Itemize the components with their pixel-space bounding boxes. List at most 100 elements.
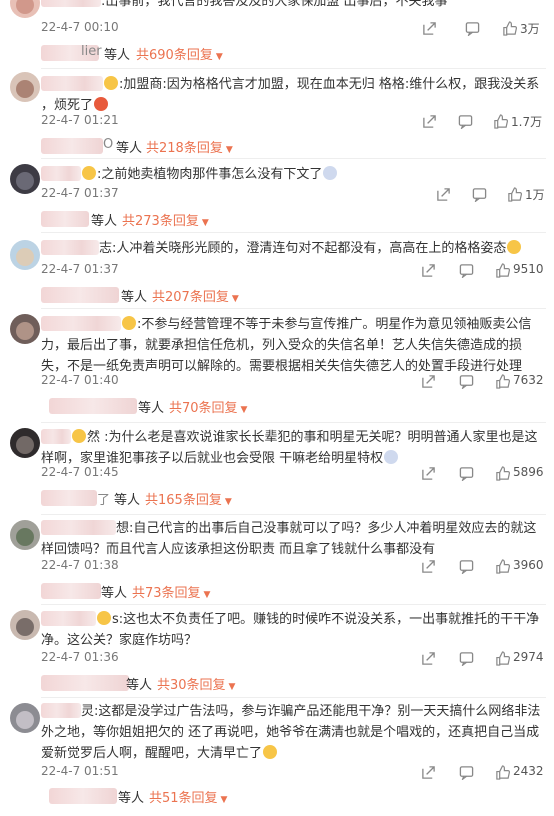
reply-summary[interactable]: 了 等人 共165条回复 ▼ — [41, 488, 341, 508]
comment-time: 22-4-7 01:45 — [41, 465, 119, 479]
reply-name: 了 — [97, 493, 111, 508]
reply-more-link[interactable]: 共165条回复 ▼ — [145, 489, 232, 508]
reply-who: 等人 — [104, 48, 131, 63]
reply-summary[interactable]: O 等人 共218条回复 ▼ — [41, 136, 341, 156]
like-count: 3960 — [513, 558, 544, 572]
reply-who: 等人 — [116, 141, 143, 156]
reply-summary[interactable]: 等人 共273条回复 ▼ — [41, 209, 341, 229]
share-icon[interactable] — [421, 651, 436, 666]
reply-who: 等人 — [114, 493, 141, 508]
avatar[interactable] — [10, 72, 40, 102]
reply-who: 等人 — [126, 678, 153, 693]
share-icon[interactable] — [421, 559, 436, 574]
reply-more-link[interactable]: 共70条回复 ▼ — [169, 397, 247, 416]
comment-time: 22-4-7 00:10 — [41, 20, 119, 34]
comment-text: 然 :为什么老是喜欢说谁家长长辈犯的事和明星无关呢？明明普通人家里也是这样啊，家… — [41, 429, 538, 466]
like-icon[interactable] — [502, 21, 517, 36]
comment-text: :加盟商:因为格格代言才加盟，现在血本无归 格格:维什么权，跟我没关系 ，烦死了 — [41, 76, 540, 113]
reply-more-link[interactable]: 共30条回复 ▼ — [157, 674, 235, 693]
reply-name: O — [103, 137, 114, 152]
reply-name: lier — [81, 44, 102, 59]
comment-icon[interactable] — [459, 374, 474, 389]
share-icon[interactable] — [421, 466, 436, 481]
reply-summary[interactable]: 等人 共51条回复 ▼ — [41, 786, 341, 806]
cry-emoji-icon — [507, 240, 522, 254]
like-icon[interactable] — [493, 114, 508, 129]
reply-who: 等人 — [138, 401, 165, 416]
share-icon[interactable] — [436, 187, 451, 202]
smile-emoji-icon — [97, 611, 111, 625]
avatar[interactable] — [10, 0, 40, 18]
reply-summary[interactable]: 等人 共30条回复 ▼ — [41, 673, 341, 693]
avatar[interactable] — [10, 240, 40, 270]
comment-text: :出事前，我代言的我答及及的大家保加盟 出事后，不关我事 — [41, 0, 547, 12]
comment-text: :之前她卖植物肉那件事怎么没有下文了 — [41, 164, 547, 185]
reply-more-link[interactable]: 共690条回复 ▼ — [136, 44, 223, 63]
comment-icon[interactable] — [459, 263, 474, 278]
comment-icon[interactable] — [458, 114, 473, 129]
like-icon[interactable] — [495, 263, 510, 278]
smile-emoji-icon — [72, 429, 86, 443]
comment-icon[interactable] — [459, 651, 474, 666]
avatar[interactable] — [10, 164, 40, 194]
reply-summary[interactable]: lier 等人 共690条回复 ▼ — [41, 43, 341, 63]
like-icon[interactable] — [495, 559, 510, 574]
reply-who: 等人 — [118, 791, 145, 806]
reply-summary[interactable]: 等人 共73条回复 ▼ — [41, 581, 341, 601]
comment-time: 22-4-7 01:51 — [41, 764, 119, 778]
comment-text: s:这也太不负责任了吧。赚钱的时候咋不说没关系，一出事就推托的干干净净。这公关？… — [41, 611, 540, 648]
reply-more-link[interactable]: 共273条回复 ▼ — [122, 210, 209, 229]
like-count: 5896 — [513, 465, 544, 479]
share-icon[interactable] — [422, 21, 437, 36]
avatar[interactable] — [10, 314, 40, 344]
comment-icon[interactable] — [459, 466, 474, 481]
avatar[interactable] — [10, 520, 40, 550]
like-count: 1.7万 — [511, 115, 543, 129]
comment-time: 22-4-7 01:21 — [41, 113, 119, 127]
like-count: 2974 — [513, 650, 544, 664]
like-count: 1万 — [525, 188, 545, 202]
like-icon[interactable] — [495, 651, 510, 666]
like-count: 7632 — [513, 373, 544, 387]
smile-emoji-icon — [104, 76, 118, 90]
comment-time: 22-4-7 01:36 — [41, 650, 119, 664]
comment-text: 想:自己代言的出事后自己没事就可以了吗？多少人冲着明星效应去的就这样回馈吗？而且… — [41, 520, 537, 557]
reply-who: 等人 — [121, 290, 148, 305]
avatar[interactable] — [10, 610, 40, 640]
reply-who: 等人 — [101, 586, 128, 601]
share-icon[interactable] — [421, 765, 436, 780]
share-icon[interactable] — [421, 374, 436, 389]
like-icon[interactable] — [495, 466, 510, 481]
comment-icon[interactable] — [472, 187, 487, 202]
comment-text: :不参与经营管理不等于未参与宣传推广。明星作为意见领袖贩卖公信力，最后出了事，就… — [41, 316, 532, 374]
smile-emoji-icon — [82, 166, 96, 180]
like-icon[interactable] — [495, 765, 510, 780]
avatar[interactable] — [10, 703, 40, 733]
smile-emoji-icon — [122, 316, 136, 330]
share-icon[interactable] — [422, 114, 437, 129]
comment-icon[interactable] — [465, 21, 480, 36]
reply-more-link[interactable]: 共51条回复 ▼ — [149, 787, 227, 806]
sweat-emoji-icon — [384, 450, 399, 464]
like-icon[interactable] — [495, 374, 510, 389]
reply-more-link[interactable]: 共218条回复 ▼ — [146, 137, 233, 156]
comment-time: 22-4-7 01:37 — [41, 186, 119, 200]
reply-more-link[interactable]: 共73条回复 ▼ — [132, 582, 210, 601]
avatar[interactable] — [10, 428, 40, 458]
comment-icon[interactable] — [459, 559, 474, 574]
comment-time: 22-4-7 01:38 — [41, 558, 119, 572]
comment-text: 志:人冲着关晓彤光顾的，澄清连句对不起都没有，高高在上的格格姿态 — [41, 238, 547, 259]
like-count: 2432 — [513, 764, 544, 778]
angry-emoji-icon — [94, 97, 109, 111]
cry-emoji-icon — [263, 745, 278, 759]
comment-text: 灵:这都是没学过广告法吗，参与诈骗产品还能甩干净？别一天天搞什么网络非法外之地，… — [41, 703, 541, 761]
sad-emoji-icon — [323, 166, 338, 180]
reply-more-link[interactable]: 共207条回复 ▼ — [152, 286, 239, 305]
reply-summary[interactable]: 等人 共207条回复 ▼ — [41, 285, 341, 305]
like-icon[interactable] — [507, 187, 522, 202]
comment-icon[interactable] — [459, 765, 474, 780]
reply-summary[interactable]: 等人 共70条回复 ▼ — [41, 396, 341, 416]
like-count: 3万 — [520, 22, 540, 36]
share-icon[interactable] — [421, 263, 436, 278]
reply-who: 等人 — [91, 214, 118, 229]
